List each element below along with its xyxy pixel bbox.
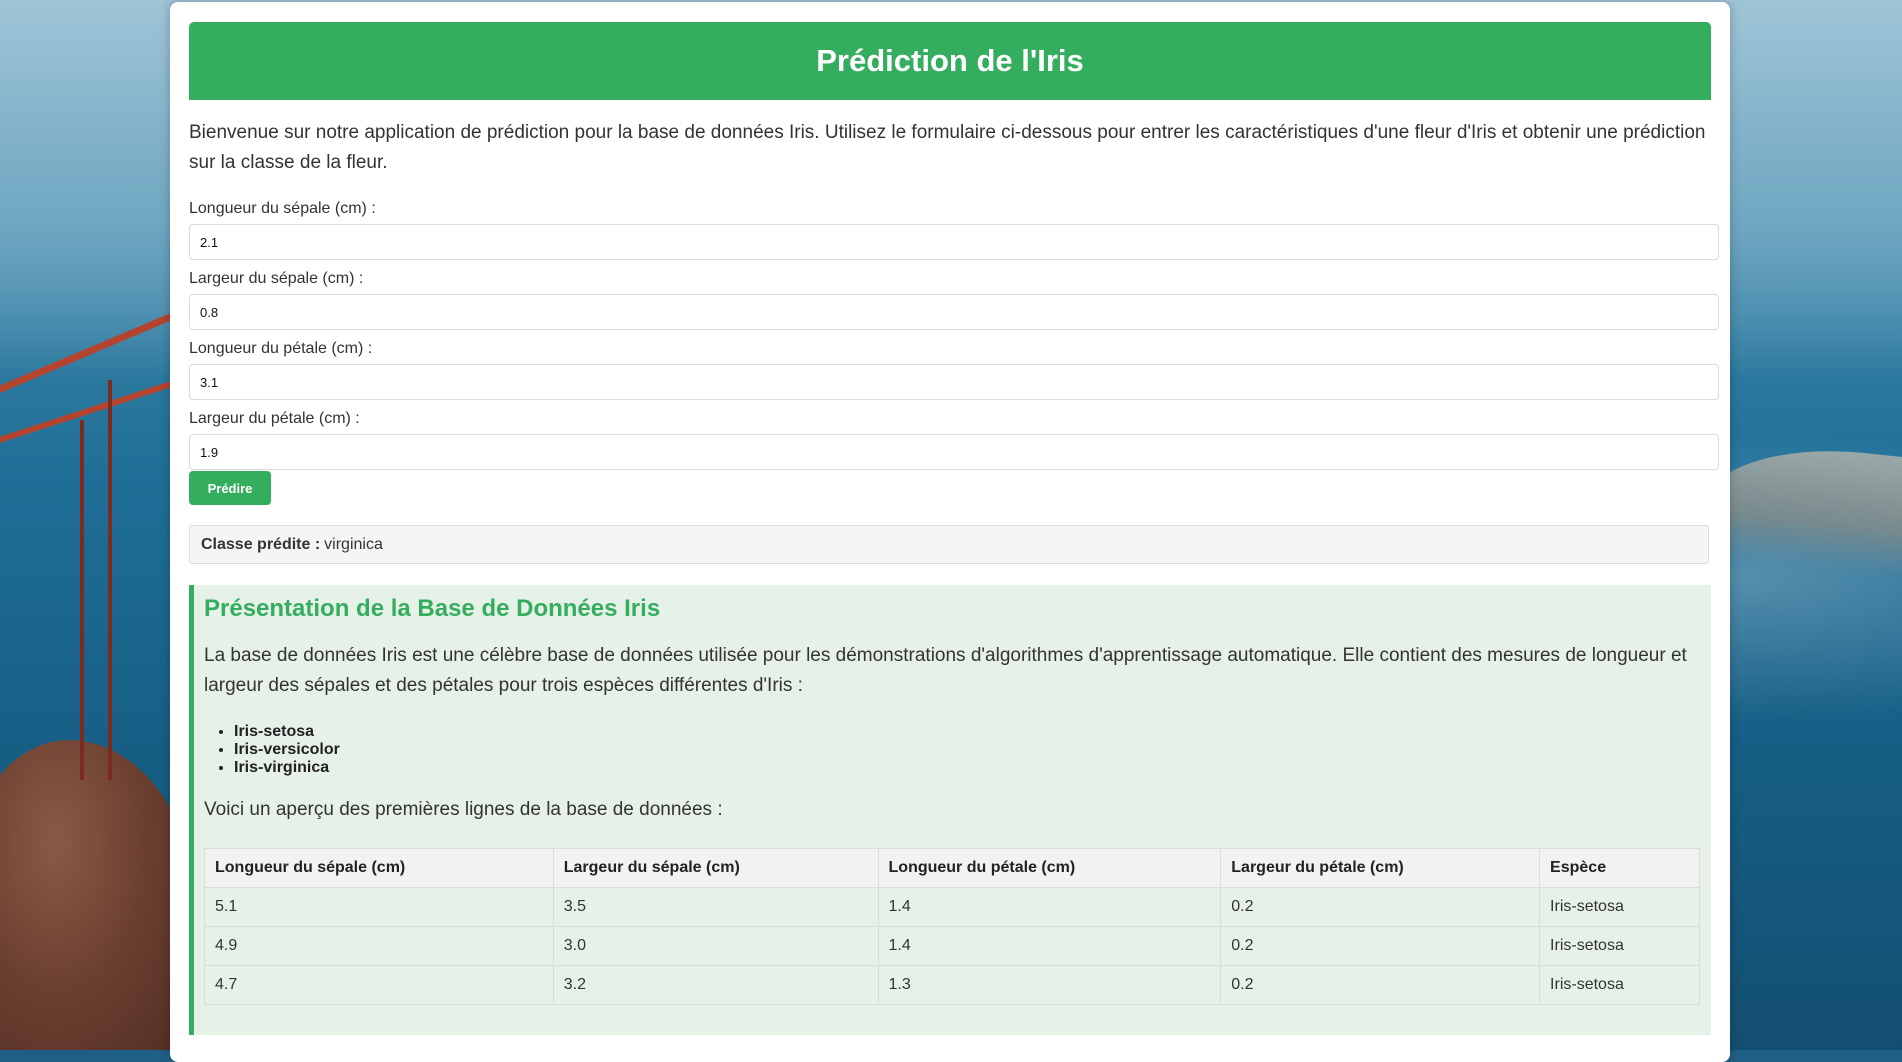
database-description: La base de données Iris est une célèbre … [204, 645, 1687, 696]
table-cell: 4.9 [204, 926, 554, 966]
sepal-width-label: Largeur du sépale (cm) : [189, 270, 364, 287]
result-label: Classe prédite : [201, 535, 321, 553]
preview-text: Voici un aperçu des premières lignes de … [204, 799, 723, 820]
table-row: 5.1 3.5 1.4 0.2 Iris-setosa [204, 887, 1700, 927]
table-header-row: Longueur du sépale (cm) Largeur du sépal… [204, 848, 1700, 888]
petal-width-input[interactable] [189, 434, 1719, 470]
table-row: 4.7 3.2 1.3 0.2 Iris-setosa [204, 965, 1700, 1005]
species-item: Iris-setosa [234, 723, 340, 741]
intro-text: Bienvenue sur notre application de prédi… [189, 122, 1706, 173]
species-item: Iris-versicolor [234, 741, 340, 759]
sepal-width-input[interactable] [189, 294, 1719, 330]
table-cell: Iris-setosa [1539, 965, 1700, 1005]
table-cell: Iris-setosa [1539, 926, 1700, 966]
column-header: Largeur du sépale (cm) [552, 848, 879, 888]
table-cell: 3.2 [552, 965, 879, 1005]
table-cell: 4.7 [204, 965, 554, 1005]
table-cell: 3.5 [552, 887, 879, 927]
column-header: Longueur du pétale (cm) [877, 848, 1222, 888]
bridge-hanger [108, 380, 112, 780]
table-cell: 5.1 [204, 887, 554, 927]
species-list: Iris-setosa Iris-versicolor Iris-virgini… [204, 723, 340, 777]
bridge-hanger [80, 420, 84, 780]
table-cell: 0.2 [1220, 965, 1541, 1005]
table-cell: Iris-setosa [1539, 887, 1700, 927]
data-table: Longueur du sépale (cm) Largeur du sépal… [204, 848, 1700, 1005]
result-value: virginica [324, 535, 383, 553]
column-header: Largeur du pétale (cm) [1220, 848, 1541, 888]
sepal-length-input[interactable] [189, 224, 1719, 260]
database-section: Présentation de la Base de Données Iris … [189, 585, 1711, 1035]
petal-length-input[interactable] [189, 364, 1719, 400]
main-panel: Prédiction de l'Iris Bienvenue sur notre… [170, 2, 1730, 1062]
predict-button[interactable]: Prédire [189, 471, 271, 505]
column-header: Longueur du sépale (cm) [204, 848, 554, 888]
table-cell: 3.0 [552, 926, 879, 966]
table-cell: 0.2 [1220, 887, 1541, 927]
table-cell: 1.3 [877, 965, 1222, 1005]
sepal-length-label: Longueur du sépale (cm) : [189, 200, 376, 217]
column-header: Espèce [1539, 848, 1700, 888]
table-cell: 0.2 [1220, 926, 1541, 966]
table-row: 4.9 3.0 1.4 0.2 Iris-setosa [204, 926, 1700, 966]
petal-length-label: Longueur du pétale (cm) : [189, 340, 373, 357]
database-title: Présentation de la Base de Données Iris [204, 595, 661, 622]
page-title: Prédiction de l'Iris [189, 22, 1711, 100]
species-item: Iris-virginica [234, 759, 340, 777]
table-cell: 1.4 [877, 887, 1222, 927]
prediction-result: Classe prédite : virginica [189, 525, 1709, 564]
petal-width-label: Largeur du pétale (cm) : [189, 410, 360, 427]
table-cell: 1.4 [877, 926, 1222, 966]
